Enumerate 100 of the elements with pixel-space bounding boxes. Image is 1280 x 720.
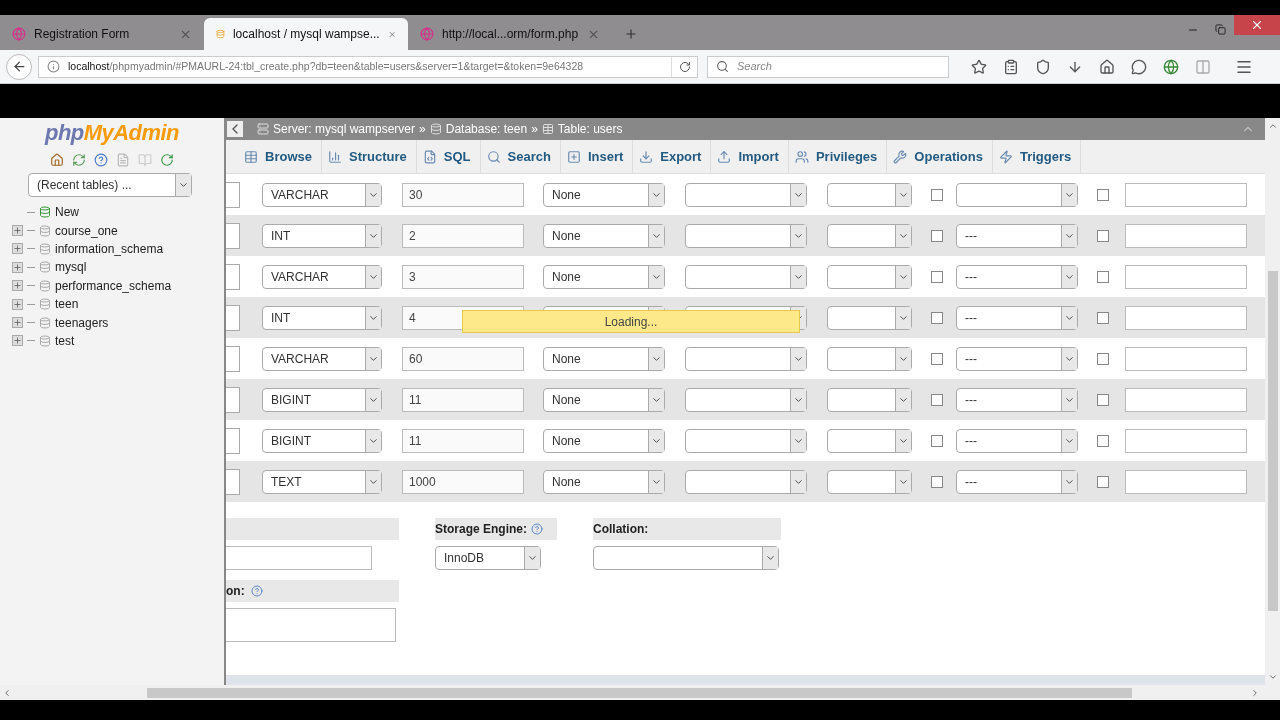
checkbox[interactable] xyxy=(931,352,943,365)
new-tab-icon[interactable] xyxy=(624,27,638,41)
type-select[interactable]: BIGINT xyxy=(262,387,382,412)
name-field[interactable] xyxy=(226,263,240,290)
star-icon[interactable] xyxy=(971,58,987,75)
attributes-select[interactable] xyxy=(827,428,912,453)
attributes-select[interactable] xyxy=(827,346,912,371)
comments-field[interactable] xyxy=(1125,182,1247,207)
length-field[interactable]: 2 xyxy=(402,223,524,248)
breadcrumb-link[interactable]: Table: users xyxy=(557,120,623,138)
expand-icon[interactable] xyxy=(12,280,23,292)
default-select[interactable]: None xyxy=(543,182,665,207)
menu-tab[interactable]: Operations xyxy=(887,140,993,173)
collation-select[interactable] xyxy=(685,346,807,371)
horizontal-scrollbar[interactable] xyxy=(0,685,1280,700)
help-icon[interactable] xyxy=(250,585,263,597)
expand-icon[interactable] xyxy=(12,243,23,255)
default-select[interactable]: None xyxy=(543,264,665,289)
collation-select[interactable] xyxy=(685,264,807,289)
collation-select[interactable] xyxy=(685,182,807,207)
name-field[interactable] xyxy=(226,386,240,413)
expand-icon[interactable] xyxy=(12,317,23,329)
length-field[interactable]: 3 xyxy=(402,264,524,289)
index-select[interactable]: --- xyxy=(956,346,1078,371)
help-icon[interactable] xyxy=(94,153,108,167)
attributes-select[interactable] xyxy=(827,469,912,494)
home-icon[interactable] xyxy=(1099,58,1115,75)
type-select[interactable]: VARCHAR xyxy=(262,264,382,289)
browser-tab[interactable]: localhost / mysql wampse... xyxy=(204,18,408,50)
index-select[interactable]: --- xyxy=(956,305,1078,330)
clipboard-icon[interactable] xyxy=(1003,58,1019,75)
reader-icon[interactable] xyxy=(1195,58,1211,75)
reload-icon[interactable] xyxy=(678,60,691,73)
shield-icon[interactable] xyxy=(1035,58,1051,75)
comments-field[interactable] xyxy=(1125,346,1247,371)
type-select[interactable]: BIGINT xyxy=(262,428,382,453)
restore-icon[interactable] xyxy=(1215,24,1226,35)
length-field[interactable]: 1000 xyxy=(402,469,524,494)
storage-engine-select[interactable]: InnoDB xyxy=(435,546,541,570)
checkbox[interactable] xyxy=(931,270,943,283)
tree-item[interactable]: course_one xyxy=(55,221,118,240)
index-select[interactable]: --- xyxy=(956,223,1078,248)
type-select[interactable]: VARCHAR xyxy=(262,346,382,371)
index-select[interactable]: --- xyxy=(956,469,1078,494)
menu-tab[interactable]: Export xyxy=(633,140,712,173)
comments-field[interactable] xyxy=(1125,469,1247,494)
comment-textarea[interactable] xyxy=(226,608,396,642)
globe-icon[interactable] xyxy=(1163,58,1179,75)
checkbox[interactable] xyxy=(931,311,943,324)
name-field[interactable] xyxy=(226,345,240,372)
checkbox[interactable] xyxy=(1097,311,1109,324)
expand-icon[interactable] xyxy=(12,261,23,273)
attributes-select[interactable] xyxy=(827,182,912,207)
default-select[interactable]: None xyxy=(543,346,665,371)
index-select[interactable]: --- xyxy=(956,387,1078,412)
menu-tab[interactable]: Insert xyxy=(560,140,634,173)
breadcrumb-link[interactable]: Server: mysql wampserver xyxy=(273,120,416,138)
browser-tab[interactable]: Registration Form xyxy=(0,18,204,50)
comments-field[interactable] xyxy=(1125,387,1247,412)
length-field[interactable]: 11 xyxy=(402,428,524,453)
expand-icon[interactable] xyxy=(12,335,23,347)
browser-tab[interactable]: http://local...orm/form.php xyxy=(408,18,612,50)
checkbox[interactable] xyxy=(1097,475,1109,488)
document-icon[interactable] xyxy=(116,153,130,167)
comments-field[interactable] xyxy=(1125,428,1247,453)
tree-item[interactable]: teen xyxy=(55,295,79,314)
comments-field[interactable] xyxy=(1125,305,1247,330)
default-select[interactable]: None xyxy=(543,428,665,453)
attributes-select[interactable] xyxy=(827,223,912,248)
tree-item[interactable]: performance_schema xyxy=(55,276,172,295)
scroll-down-icon[interactable] xyxy=(1267,672,1278,682)
index-select[interactable]: --- xyxy=(956,428,1078,453)
checkbox[interactable] xyxy=(1097,188,1109,201)
breadcrumb-link[interactable]: Database: teen xyxy=(445,120,528,138)
phpmyadmin-logo[interactable]: phpMyAdmin xyxy=(45,122,179,144)
scroll-up-icon[interactable] xyxy=(1267,121,1278,131)
chat-icon[interactable] xyxy=(1131,58,1147,75)
menu-tab[interactable]: SQL xyxy=(416,140,481,173)
menu-tab[interactable]: Structure xyxy=(321,140,417,173)
default-select[interactable]: None xyxy=(543,223,665,248)
name-field[interactable] xyxy=(226,304,240,331)
table-comment-field[interactable] xyxy=(226,546,372,570)
length-field[interactable]: 30 xyxy=(402,182,524,207)
comments-field[interactable] xyxy=(1125,223,1247,248)
type-select[interactable]: VARCHAR xyxy=(262,182,382,207)
checkbox[interactable] xyxy=(931,393,943,406)
expand-icon[interactable] xyxy=(12,298,23,310)
collation-select[interactable] xyxy=(593,546,779,570)
tree-item[interactable]: information_schema xyxy=(55,239,164,258)
scroll-right-icon[interactable] xyxy=(1250,687,1260,698)
home-icon[interactable] xyxy=(50,153,64,167)
scroll-left-icon[interactable] xyxy=(2,687,12,698)
attributes-select[interactable] xyxy=(827,264,912,289)
tree-item[interactable]: mysql xyxy=(55,258,87,277)
name-field[interactable] xyxy=(226,222,240,249)
length-field[interactable]: 11 xyxy=(402,387,524,412)
name-field[interactable] xyxy=(226,427,240,454)
collation-select[interactable] xyxy=(685,428,807,453)
tree-item[interactable]: teenagers xyxy=(55,313,109,332)
menu-tab[interactable]: Privileges xyxy=(788,140,888,173)
